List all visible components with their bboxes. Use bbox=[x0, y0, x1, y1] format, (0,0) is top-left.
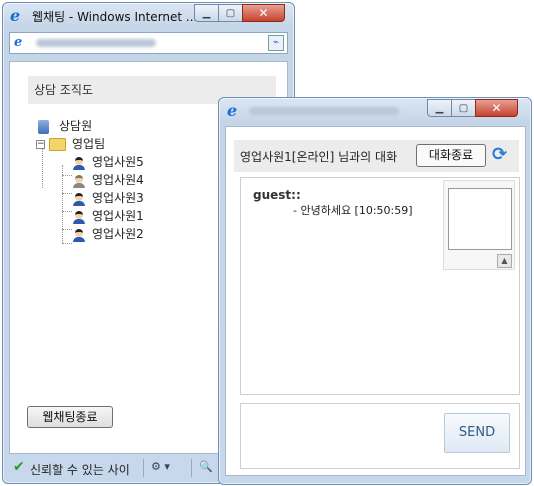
tree-root[interactable]: 상담원 bbox=[38, 117, 92, 135]
maximize-button[interactable]: ▢ bbox=[218, 4, 243, 22]
checkmark-icon: ✔ bbox=[13, 459, 25, 475]
tree-member[interactable]: 영업사원3 bbox=[72, 189, 144, 207]
profile-image bbox=[448, 188, 512, 250]
blurred-url bbox=[36, 39, 156, 47]
ie-icon: e bbox=[227, 101, 238, 120]
member-label: 영업사원4 bbox=[92, 173, 144, 187]
address-bar[interactable]: e ⌁ bbox=[9, 32, 288, 54]
member-label: 영업사원1 bbox=[92, 209, 144, 223]
tree-line bbox=[62, 175, 72, 176]
ie-icon: e bbox=[10, 6, 21, 25]
close-button[interactable]: ✕ bbox=[242, 4, 285, 22]
chat-header-text: 영업사원1[온라인] 님과의 대화 bbox=[240, 150, 398, 164]
tree-member[interactable]: 영업사원1 bbox=[72, 207, 144, 225]
tree-line bbox=[42, 148, 43, 188]
tree-member[interactable]: 영업사원4 bbox=[72, 171, 144, 189]
chevron-up-icon[interactable]: ▲ bbox=[497, 254, 512, 268]
chat-content: 영업사원1[온라인] 님과의 대화 대화종료 ⟳ guest:: - 안녕하세요… bbox=[225, 126, 526, 476]
minimize-button[interactable]: ▁ bbox=[194, 4, 219, 22]
blurred-url bbox=[249, 107, 399, 115]
tree-line bbox=[62, 229, 72, 230]
message-input[interactable]: SEND bbox=[240, 403, 520, 469]
window1-titlebar: e 웹채팅 - Windows Internet ... ▁ ▢ ✕ bbox=[3, 3, 294, 29]
user-icon bbox=[72, 228, 86, 242]
user-icon bbox=[72, 156, 86, 170]
tree-member[interactable]: 영업사원2 bbox=[72, 225, 144, 243]
window2-controls: ▁ ▢ ✕ bbox=[427, 99, 518, 117]
status-divider bbox=[191, 459, 192, 477]
window1-controls: ▁ ▢ ✕ bbox=[194, 4, 285, 22]
member-label: 영업사원5 bbox=[92, 155, 144, 169]
folder-icon bbox=[49, 138, 66, 151]
user-icon bbox=[72, 192, 86, 206]
tree-root-label: 상담원 bbox=[59, 119, 93, 133]
chat-window: e ▁ ▢ ✕ 영업사원1[온라인] 님과의 대화 대화종료 ⟳ guest::… bbox=[218, 97, 532, 485]
user-icon bbox=[72, 210, 86, 224]
chat-sender: guest:: bbox=[253, 188, 301, 202]
status-text: 신뢰할 수 있는 사이 bbox=[30, 463, 130, 477]
end-webchat-button[interactable]: 웹채팅종료 bbox=[27, 406, 113, 428]
member-label: 영업사원2 bbox=[92, 227, 144, 241]
window2-titlebar: e ▁ ▢ ✕ bbox=[219, 98, 531, 124]
tree-team-label: 영업팀 bbox=[72, 137, 106, 151]
refresh-icon[interactable]: ⟳ bbox=[492, 144, 507, 165]
status-divider bbox=[143, 459, 144, 477]
member-label: 영업사원3 bbox=[92, 191, 144, 205]
profile-panel: ▲ bbox=[443, 180, 515, 270]
end-conversation-button[interactable]: 대화종료 bbox=[416, 144, 486, 167]
ie-icon: e bbox=[14, 35, 23, 50]
send-button[interactable]: SEND bbox=[444, 413, 510, 453]
tree-line bbox=[62, 211, 72, 212]
page-icon[interactable]: ⌁ bbox=[268, 35, 284, 51]
chat-header: 영업사원1[온라인] 님과의 대화 대화종료 ⟳ bbox=[234, 140, 519, 172]
server-icon bbox=[38, 119, 49, 134]
tree-team[interactable]: − 영업팀 bbox=[36, 135, 105, 153]
close-button[interactable]: ✕ bbox=[475, 99, 518, 117]
tree-member[interactable]: 영업사원5 bbox=[72, 153, 144, 171]
chat-log[interactable]: guest:: - 안녕하세요 [10:50:59] ▲ bbox=[240, 177, 520, 395]
tree-line bbox=[62, 165, 63, 243]
tree-line bbox=[62, 193, 72, 194]
chat-message: - 안녕하세요 [10:50:59] bbox=[293, 204, 413, 217]
user-offline-icon bbox=[72, 174, 86, 188]
zoom-icon[interactable]: 🔍 bbox=[199, 460, 213, 473]
security-icon[interactable]: ⚙ ▾ bbox=[151, 460, 170, 473]
tree-line bbox=[62, 243, 72, 244]
window1-title: 웹채팅 - Windows Internet ... bbox=[32, 10, 198, 24]
collapse-icon[interactable]: − bbox=[36, 140, 45, 149]
maximize-button[interactable]: ▢ bbox=[451, 99, 476, 117]
minimize-button[interactable]: ▁ bbox=[427, 99, 452, 117]
